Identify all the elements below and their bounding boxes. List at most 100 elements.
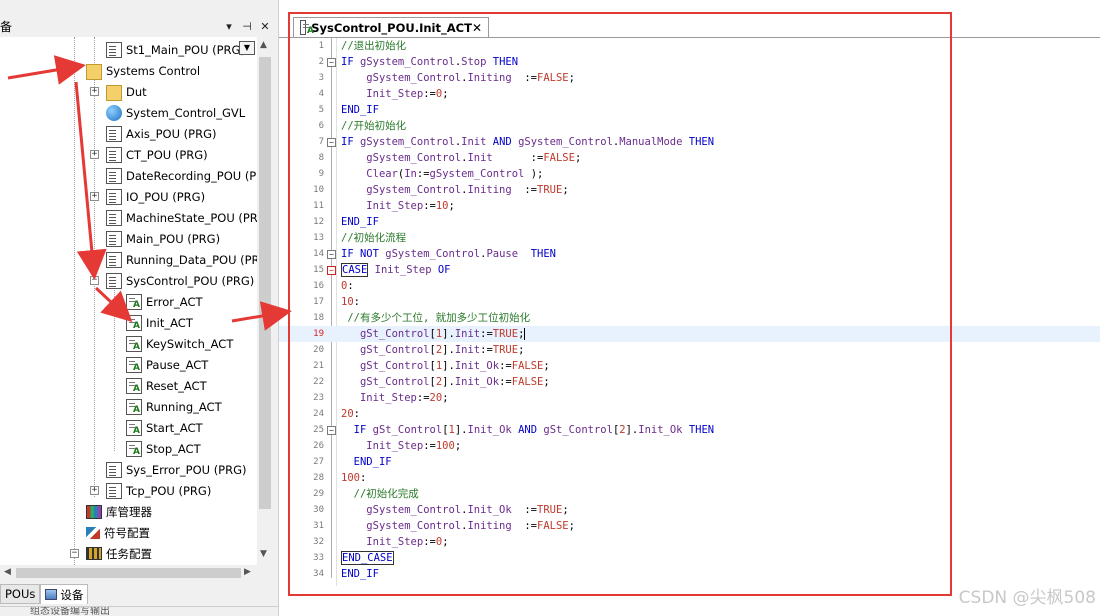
tree-item[interactable]: DateRecording_POU (PRG) [106, 165, 257, 186]
expand-icon[interactable]: + [90, 192, 99, 201]
code-text: Clear(In:=gSystem_Control ); [366, 168, 544, 180]
tree-item[interactable]: Start_ACT [126, 417, 203, 438]
code-line[interactable]: 15− CASE Init_Step OF [279, 262, 1100, 278]
panel-menu-button[interactable]: ▾ [220, 20, 238, 33]
tree-item[interactable]: Pause_ACT [126, 354, 208, 375]
tree-item[interactable]: Axis_POU (PRG) [106, 123, 216, 144]
code-line[interactable]: 8 gSystem_Control.Init :=FALSE; [279, 150, 1100, 166]
collapse-icon[interactable]: − [90, 276, 99, 285]
code-line[interactable]: 21 gSt_Control[1].Init_Ok:=FALSE; [279, 358, 1100, 374]
tree-item[interactable]: CT_POU (PRG) [106, 144, 208, 165]
tree-item[interactable]: Main_POU (PRG) [106, 228, 220, 249]
tree-item[interactable]: KeySwitch_ACT [126, 333, 233, 354]
scroll-left-icon[interactable]: ◀ [4, 567, 11, 577]
collapse-icon[interactable]: − [70, 549, 79, 558]
scroll-down-icon[interactable]: ▼ [260, 549, 267, 559]
code-line[interactable]: 26 Init_Step:=100; [279, 438, 1100, 454]
tree-item[interactable]: Tcp_POU (PRG) [106, 480, 211, 501]
code-line[interactable]: 22 gSt_Control[2].Init_Ok:=FALSE; [279, 374, 1100, 390]
tree-item[interactable]: IO_POU (PRG) [106, 186, 205, 207]
code-line[interactable]: 19 gSt_Control[1].Init:=TRUE; [279, 326, 1100, 342]
tree-item[interactable]: 库管理器 [86, 501, 152, 522]
tree-horizontal-scrollbar[interactable]: ◀ ▶ [0, 565, 257, 581]
code-text: gSystem_Control.Init_Ok :=TRUE; [366, 504, 569, 516]
code-text: Init_Step:=0; [366, 536, 449, 548]
tree-item-label: Reset_ACT [146, 378, 207, 393]
code-line[interactable]: 17 10: [279, 294, 1100, 310]
code-line[interactable]: 3 gSystem_Control.Initing :=FALSE; [279, 70, 1100, 86]
code-line[interactable]: 6 //开始初始化 [279, 118, 1100, 134]
code-line[interactable]: 24 20: [279, 406, 1100, 422]
tree-item[interactable]: St1_Main_POU (PRG) [106, 39, 245, 60]
fold-toggle-icon[interactable]: − [327, 266, 336, 275]
code-line[interactable]: 11 Init_Step:=10; [279, 198, 1100, 214]
tree-item[interactable]: 符号配置 [86, 522, 150, 543]
code-line[interactable]: 16 0: [279, 278, 1100, 294]
code-line[interactable]: 31 gSystem_Control.Initing :=FALSE; [279, 518, 1100, 534]
tree-item[interactable]: Dut [106, 81, 147, 102]
tree-scroll-thumb[interactable] [259, 57, 271, 509]
tree-item[interactable]: Error_ACT [126, 291, 203, 312]
code-line[interactable]: 7− IF gSystem_Control.Init AND gSystem_Co… [279, 134, 1100, 150]
tree-item[interactable]: Reset_ACT [126, 375, 207, 396]
line-number: 6 [318, 121, 324, 131]
fold-toggle-icon[interactable]: − [327, 138, 336, 147]
code-line[interactable]: 27 END_IF [279, 454, 1100, 470]
tree-item-label: Pause_ACT [146, 357, 209, 372]
code-line[interactable]: 4 Init_Step:=0; [279, 86, 1100, 102]
device-tree[interactable]: St1_Main_POU (PRG) Systems Control Dut + Sys… [0, 37, 257, 565]
code-line[interactable]: 32 Init_Step:=0; [279, 534, 1100, 550]
code-line[interactable]: 20 gSt_Control[2].Init:=TRUE; [279, 342, 1100, 358]
tree-hscroll-thumb[interactable] [16, 568, 241, 578]
code-text: gSystem_Control.Init :=FALSE; [366, 152, 582, 164]
code-line[interactable]: 18 //有多少个工位, 就加多少工位初始化 [279, 310, 1100, 326]
fold-toggle-icon[interactable]: − [327, 426, 336, 435]
code-line[interactable]: 28 100: [279, 470, 1100, 486]
code-line[interactable]: 25− IF gSt_Control[1].Init_Ok AND gSt_Co… [279, 422, 1100, 438]
expand-icon[interactable]: + [90, 87, 99, 96]
expand-icon[interactable]: + [90, 150, 99, 159]
panel-pin-button[interactable]: ⊣ [238, 20, 256, 33]
close-icon[interactable]: ✕ [472, 21, 482, 35]
editor-tab-init-act[interactable]: SysControl_POU.Init_ACT ✕ [293, 17, 489, 37]
tree-item[interactable]: Sys_Error_POU (PRG) [106, 459, 247, 480]
tree-item[interactable]: Systems Control [86, 60, 200, 81]
code-line[interactable]: 30 gSystem_Control.Init_Ok :=TRUE; [279, 502, 1100, 518]
code-text: Init_Step:=10; [366, 200, 455, 212]
tree-item[interactable]: Running_Data_POU (PRG) [106, 249, 257, 270]
code-line[interactable]: 13 //初始化流程 [279, 230, 1100, 246]
tree-item[interactable]: 任务配置 [86, 543, 152, 564]
code-line[interactable]: 10 gSystem_Control.Initing :=TRUE; [279, 182, 1100, 198]
tree-item[interactable]: Running_ACT [126, 396, 222, 417]
code-line[interactable]: 9 Clear(In:=gSystem_Control ); [279, 166, 1100, 182]
scroll-up-icon[interactable]: ▲ [260, 40, 267, 50]
expand-icon[interactable]: + [90, 486, 99, 495]
code-line[interactable]: 1 //退出初始化 [279, 38, 1100, 54]
fold-toggle-icon[interactable]: − [327, 58, 336, 67]
code-line[interactable]: 12 END_IF [279, 214, 1100, 230]
tree-item[interactable]: MachineState_POU (PRG) [106, 207, 257, 228]
fold-toggle-icon[interactable]: − [327, 250, 336, 259]
code-line[interactable]: 23 Init_Step:=20; [279, 390, 1100, 406]
code-line[interactable]: 29 //初始化完成 [279, 486, 1100, 502]
pou-icon [106, 230, 122, 247]
tree-item[interactable]: SysControl_POU (PRG) [106, 270, 254, 291]
scroll-right-icon[interactable]: ▶ [244, 567, 251, 577]
code-line[interactable]: 5 END_IF [279, 102, 1100, 118]
code-line[interactable]: 33 END_CASE [279, 550, 1100, 566]
tree-vertical-scrollbar[interactable]: ▲ ▼ [257, 37, 273, 565]
code-line[interactable]: 34 END_IF [279, 566, 1100, 582]
code-text: //退出初始化 [341, 40, 407, 52]
code-text: 100: [341, 472, 367, 484]
panel-close-button[interactable]: ✕ [256, 20, 274, 33]
tree-dropdown-button[interactable]: ▼ [239, 41, 255, 55]
code-line[interactable]: 14− IF NOT gSystem_Control.Pause THEN [279, 246, 1100, 262]
tree-item[interactable]: Init_ACT [126, 312, 193, 333]
tab-pous[interactable]: POUs [0, 584, 41, 604]
code-text-area[interactable]: 1//退出初始化 2− IF gSystem_Control.Stop THEN 3 … [279, 38, 1100, 586]
tree-item[interactable]: Stop_ACT [126, 438, 201, 459]
code-line[interactable]: 2− IF gSystem_Control.Stop THEN [279, 54, 1100, 70]
tree-item[interactable]: System_Control_GVL [106, 102, 245, 123]
tab-devices[interactable]: 设备 [40, 584, 89, 604]
tree-guide-line [94, 37, 95, 497]
